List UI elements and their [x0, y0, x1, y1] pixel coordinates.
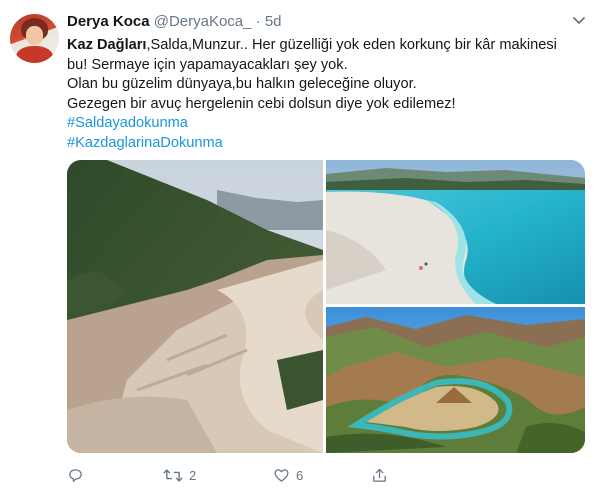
like-button[interactable]: 6	[273, 465, 303, 485]
avatar[interactable]	[10, 14, 59, 63]
retweet-count: 2	[189, 467, 197, 483]
reply-icon	[67, 467, 84, 484]
avatar-body	[16, 46, 53, 63]
tweet-line-4: Gezegen bir avuç hergelenin cebi dolsun …	[67, 95, 456, 112]
retweet-button[interactable]: 2	[163, 465, 196, 485]
tweet-time[interactable]: 5d	[265, 13, 282, 30]
tweet-bold-phrase: Kaz Dağları	[67, 37, 147, 53]
photo-munzur-valley[interactable]	[326, 307, 585, 453]
share-button[interactable]	[371, 465, 388, 485]
photo-mining-site[interactable]	[67, 160, 323, 453]
separator-dot: ·	[255, 13, 261, 30]
share-icon	[371, 467, 388, 484]
tweet-line-3: Olan bu güzelim dünyaya,bu halkın gelece…	[67, 76, 417, 92]
author-handle[interactable]: @DeryaKoca_	[154, 13, 252, 30]
tweet-text: Kaz Dağları,Salda,Munzur.. Her güzelliği…	[67, 36, 587, 153]
tweet-line-1-rest: ,Salda,Munzur.. Her güzelliği yok eden k…	[146, 37, 557, 53]
tweet-line-1: Kaz Dağları,Salda,Munzur.. Her güzelliği…	[67, 36, 587, 56]
reply-button[interactable]	[67, 465, 90, 485]
tweet-actions: 2 6	[67, 465, 427, 485]
hashtag-kazdaglarinadokunma[interactable]: #KazdaglarinaDokunma	[67, 134, 587, 154]
tweet-line-2: bu! Sermaye için yapamayacakları şey yok…	[67, 56, 348, 73]
tweet-header: Derya Koca @DeryaKoca_ · 5d	[67, 12, 587, 32]
photo-salda-lake[interactable]	[326, 160, 585, 304]
like-count: 6	[296, 467, 304, 483]
chevron-down-icon[interactable]	[571, 12, 587, 28]
heart-icon	[273, 467, 290, 484]
hashtag-saldayadokunma[interactable]: #Saldayadokunma	[67, 114, 587, 134]
retweet-icon	[163, 467, 183, 484]
author-name[interactable]: Derya Koca	[67, 13, 150, 30]
avatar-face	[26, 26, 43, 45]
media-grid	[67, 160, 585, 453]
